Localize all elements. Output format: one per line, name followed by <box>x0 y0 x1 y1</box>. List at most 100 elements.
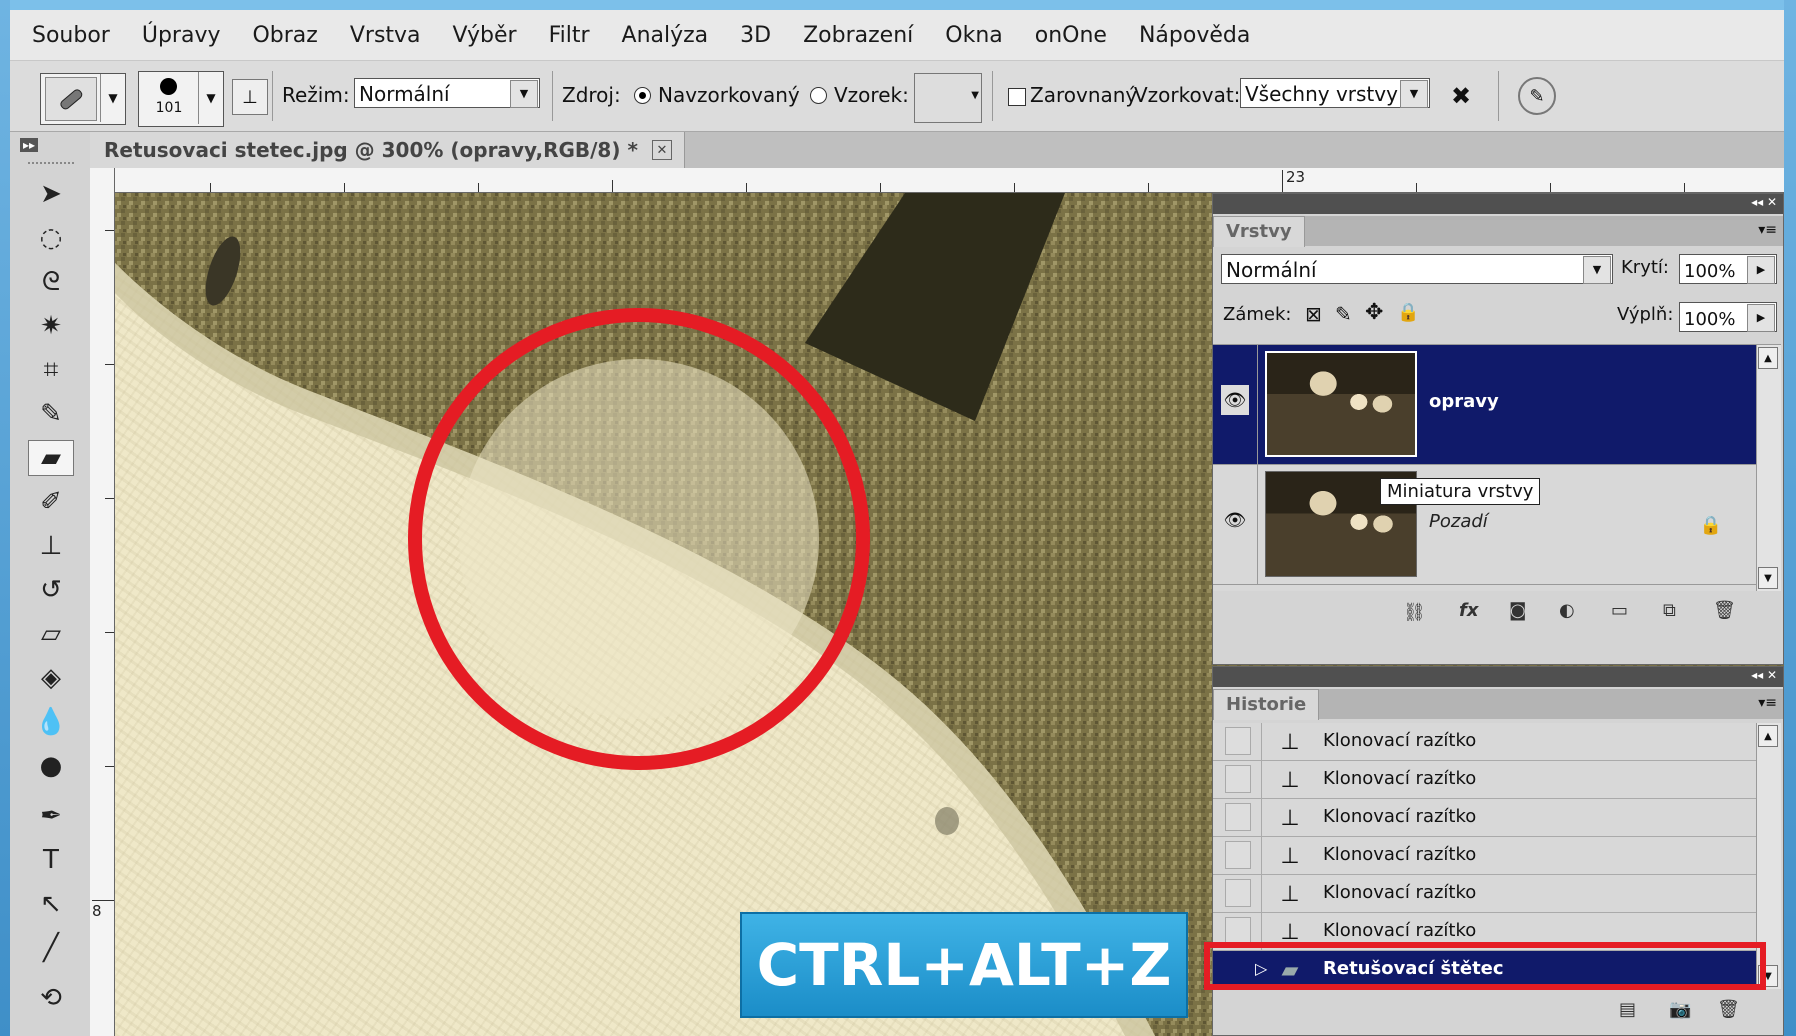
paint-bucket-icon[interactable]: ◈ <box>28 660 74 696</box>
chevron-down-icon[interactable]: ▼ <box>100 74 125 122</box>
lock-position-icon[interactable]: ✥ <box>1365 300 1383 325</box>
layer-row[interactable]: 👁 opravy <box>1213 345 1756 465</box>
menu-view[interactable]: Zobrazení <box>787 23 929 48</box>
layer-name[interactable]: Pozadí <box>1429 511 1488 532</box>
crop-tool-icon[interactable]: ⌗ <box>28 352 74 388</box>
marquee-tool-icon[interactable]: ◌ <box>28 220 74 256</box>
stamp-options-button[interactable]: ⊥ <box>232 79 268 115</box>
new-layer-icon[interactable]: ⧉ <box>1663 600 1676 621</box>
pressure-size-icon[interactable]: ✎ <box>1518 77 1556 115</box>
brush-tip-icon <box>160 78 177 95</box>
blend-mode-select[interactable]: Normální ▼ <box>1221 254 1613 284</box>
new-group-icon[interactable]: ▭ <box>1611 600 1628 621</box>
history-item-label: Klonovací razítko <box>1323 920 1477 941</box>
collapse-close-icon[interactable]: ◂◂ ✕ <box>1751 195 1777 209</box>
history-item[interactable]: ⊥ Klonovací razítko <box>1213 875 1756 913</box>
eye-icon[interactable]: 👁 <box>1221 385 1249 415</box>
lasso-tool-icon[interactable]: ᘓ <box>28 264 74 300</box>
sample-select[interactable]: Všechny vrstvy ▼ <box>1240 78 1430 108</box>
history-brush-icon[interactable]: ↺ <box>28 572 74 608</box>
menu-layer[interactable]: Vrstva <box>334 23 437 48</box>
adjustment-layer-icon[interactable]: ◐ <box>1559 600 1575 621</box>
eye-icon[interactable]: 👁 <box>1221 505 1249 535</box>
tab-layers[interactable]: Vrstvy <box>1213 216 1305 247</box>
blur-tool-icon[interactable]: 💧 <box>28 704 74 740</box>
source-sampled-label[interactable]: Navzorkovaný <box>658 83 800 107</box>
scroll-up-icon[interactable]: ▲ <box>1758 725 1778 747</box>
move-tool-icon[interactable]: ➤ <box>28 176 74 212</box>
aligned-checkbox[interactable] <box>1008 88 1026 106</box>
mode-select[interactable]: Normální ▼ <box>354 78 540 108</box>
source-pattern-radio[interactable] <box>810 87 827 104</box>
fx-icon[interactable]: fx <box>1459 600 1478 621</box>
options-bar: ▼ 101 ▼ ⊥ Režim: Normální ▼ Zdroj: Navzo… <box>10 61 1784 132</box>
menu-help[interactable]: Nápověda <box>1123 23 1266 48</box>
horizontal-ruler: 23 <box>114 168 1784 193</box>
menu-select[interactable]: Výběr <box>437 23 533 48</box>
tool-preset-picker[interactable]: ▼ <box>40 73 126 125</box>
lock-transparency-icon[interactable]: ⊠ <box>1305 302 1322 326</box>
menu-image[interactable]: Obraz <box>236 23 333 48</box>
type-tool-icon[interactable]: T <box>28 842 74 878</box>
collapse-close-icon[interactable]: ◂◂ ✕ <box>1751 668 1777 682</box>
panel-menu-icon[interactable]: ▾≡ <box>1758 695 1777 711</box>
fill-field[interactable]: 100% ▶ <box>1679 302 1777 332</box>
chevron-down-icon: ▼ <box>510 80 538 108</box>
brush-picker[interactable]: 101 ▼ <box>138 71 224 127</box>
clone-stamp-icon[interactable]: ⊥ <box>28 528 74 564</box>
layers-scrollbar[interactable]: ▲ ▼ <box>1756 345 1781 591</box>
chevron-down-icon[interactable]: ▼ <box>198 72 223 124</box>
line-tool-icon[interactable]: ╱ <box>28 930 74 966</box>
menu-window[interactable]: Okna <box>929 23 1018 48</box>
opacity-label: Krytí: <box>1621 257 1669 278</box>
lock-pixels-icon[interactable]: ✎ <box>1335 302 1352 326</box>
scroll-down-icon[interactable]: ▼ <box>1758 567 1778 589</box>
new-document-from-state-icon[interactable]: ▤ <box>1619 999 1636 1020</box>
menu-edit[interactable]: Úpravy <box>126 23 237 48</box>
magic-wand-icon[interactable]: ✷ <box>28 308 74 344</box>
lock-label: Zámek: <box>1223 304 1292 325</box>
trash-icon[interactable]: 🗑 <box>1713 600 1736 621</box>
history-item[interactable]: ⊥ Klonovací razítko <box>1213 723 1756 761</box>
menu-filter[interactable]: Filtr <box>533 23 606 48</box>
tab-history[interactable]: Historie <box>1213 689 1320 720</box>
menu-onone[interactable]: onOne <box>1019 23 1123 48</box>
collapse-icon[interactable]: ▸▸ <box>20 138 39 152</box>
tooltip: Miniatura vrstvy <box>1380 478 1541 505</box>
aligned-label[interactable]: Zarovnaný <box>1030 83 1137 107</box>
scroll-up-icon[interactable]: ▲ <box>1758 347 1778 369</box>
history-item[interactable]: ⊥ Klonovací razítko <box>1213 761 1756 799</box>
eraser-icon[interactable]: ▱ <box>28 616 74 652</box>
menu-3d[interactable]: 3D <box>724 23 787 48</box>
brush-tool-icon[interactable]: ✐ <box>28 484 74 520</box>
snapshot-icon[interactable]: 📷 <box>1669 999 1691 1020</box>
add-mask-icon[interactable]: ◙ <box>1509 600 1526 621</box>
healing-brush-tool-icon[interactable]: ▰ <box>28 440 74 476</box>
opacity-value: 100% <box>1684 261 1736 282</box>
history-item[interactable]: ⊥ Klonovací razítko <box>1213 837 1756 875</box>
ignore-adjustment-layers-icon[interactable]: ✖ <box>1444 79 1478 113</box>
fill-value: 100% <box>1684 309 1736 330</box>
pattern-picker[interactable]: ▼ <box>914 73 982 123</box>
trash-icon[interactable]: 🗑 <box>1717 999 1740 1020</box>
menu-analysis[interactable]: Analýza <box>606 23 725 48</box>
path-selection-icon[interactable]: ↖ <box>28 886 74 922</box>
menu-file[interactable]: Soubor <box>10 23 126 48</box>
source-sampled-radio[interactable] <box>634 87 651 104</box>
window-frame-top <box>0 0 1796 10</box>
close-icon[interactable]: ✕ <box>651 140 672 160</box>
3d-rotate-icon[interactable]: ⟲ <box>28 980 74 1016</box>
layer-name[interactable]: opravy <box>1429 391 1499 412</box>
pen-tool-icon[interactable]: ✒ <box>28 798 74 834</box>
opacity-field[interactable]: 100% ▶ <box>1679 254 1777 284</box>
history-item[interactable]: ⊥ Klonovací razítko <box>1213 799 1756 837</box>
panel-grip[interactable] <box>28 162 74 168</box>
lock-all-icon[interactable]: 🔒 <box>1397 302 1419 323</box>
source-pattern-label[interactable]: Vzorek: <box>834 83 909 107</box>
layer-thumbnail[interactable] <box>1265 351 1417 457</box>
dodge-tool-icon[interactable]: ● <box>28 748 74 784</box>
document-tab[interactable]: Retusovaci stetec.jpg @ 300% (opravy,RGB… <box>90 132 685 168</box>
link-layers-icon[interactable]: ⛓ <box>1403 602 1426 623</box>
eyedropper-icon[interactable]: ✎ <box>28 396 74 432</box>
panel-menu-icon[interactable]: ▾≡ <box>1758 222 1777 238</box>
